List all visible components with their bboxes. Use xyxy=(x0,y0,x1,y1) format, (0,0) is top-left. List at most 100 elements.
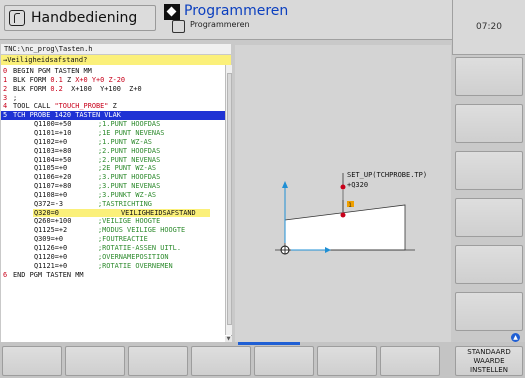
mode-programming-label: Programmeren xyxy=(184,3,289,19)
param-value: Q1104=+50 xyxy=(34,155,72,164)
param-value: Q1126=+0 xyxy=(34,244,68,252)
probe-ball-icon xyxy=(340,184,346,190)
line-number: 4 xyxy=(3,102,8,111)
parameter-line[interactable]: Q309=+0 ;FOUTREACTIE xyxy=(1,235,225,244)
softkey-bottom-2[interactable] xyxy=(65,346,125,376)
param-value: Q1103=+80 xyxy=(34,146,72,155)
param-comment: ;3.PUNKT WZ-AS xyxy=(98,190,157,199)
parameter-line[interactable]: Q1126=+0 ;ROTATIE-ASSEN UITL. xyxy=(1,244,225,253)
softkey-bottom-1[interactable] xyxy=(2,346,62,376)
program-editor[interactable]: 0 BEGIN PGM TASTEN MM 1 BLK FORM 0.1 Z X+0… xyxy=(1,65,232,342)
program-line[interactable]: 6 END PGM TASTEN MM xyxy=(1,271,225,280)
help-graphic: 1 SET_UP(TCHPROBE.TP) +Q320 xyxy=(235,45,451,342)
editor-scrollbar[interactable] xyxy=(225,65,232,335)
param-comment: ;1E PUNT NEVENAS xyxy=(98,128,165,137)
parameter-line-active[interactable]: Q320=0 VEILIGHEIDSAFSTAND xyxy=(1,208,225,218)
program-line[interactable]: 4 TOOL CALL "TOUCH_PROBE" Z xyxy=(1,102,225,111)
softkey-bottom-4[interactable] xyxy=(191,346,251,376)
graphic-label-q320: +Q320 xyxy=(347,181,368,189)
clock: 07:20 xyxy=(452,0,525,55)
parameter-line[interactable]: Q1121=+0 ;ROTATIE OVERNEMEN xyxy=(1,262,225,271)
line-number: 5 xyxy=(3,111,8,120)
parameter-line[interactable]: Q260=+100 ;VEILIGE HOOGTE xyxy=(1,217,225,226)
softkey-right-3[interactable] xyxy=(455,151,523,190)
parameter-line[interactable]: Q1104=+50 ;2.PUNT NEVENAS xyxy=(1,156,225,165)
param-value: Q1102=+0 xyxy=(34,137,68,146)
param-comment: ;OVERNAMEPOSITION xyxy=(98,252,169,261)
softkey-label-line2: WAARDE xyxy=(473,356,505,365)
info-icon[interactable]: ▲ xyxy=(511,333,520,342)
line-number: 1 xyxy=(3,75,8,84)
softkey-right-1[interactable] xyxy=(455,57,523,96)
mode-programming-sublabel: Programmeren xyxy=(190,20,250,29)
param-comment: ;VEILIGE HOOGTE xyxy=(98,217,161,226)
parameter-line[interactable]: Q1100=+50 ;1.PUNT HOOFDAS xyxy=(1,120,225,129)
param-comment: ;3.PUNT NEVENAS xyxy=(98,182,161,191)
probe-ball-icon xyxy=(340,212,346,218)
parameter-line[interactable]: Q1103=+80 ;2.PUNT HOOFDAS xyxy=(1,147,225,156)
param-value: Q260=+100 xyxy=(34,217,72,226)
softkey-bottom-6[interactable] xyxy=(317,346,377,376)
param-comment: ;3.PUNT HOOFDAS xyxy=(98,173,161,182)
scrollbar-thumb[interactable] xyxy=(227,73,232,325)
program-path: TNC:\nc_prog\Tasten.h xyxy=(1,44,231,54)
line-code: TCH PROBE 1420 TASTEN VLAK xyxy=(13,111,121,120)
param-comment: ;MODUS VEILIGE HOOGTE xyxy=(98,226,186,235)
line-code: BEGIN PGM TASTEN MM xyxy=(13,67,92,75)
softkey-level-indicator xyxy=(238,342,300,345)
param-value: Q372=-3 xyxy=(34,199,64,208)
softkey-right-2[interactable] xyxy=(455,104,523,143)
program-line[interactable]: 1 BLK FORM 0.1 Z X+0 Y+0 Z-20 xyxy=(1,76,225,85)
arrow-head-up-icon xyxy=(282,181,288,188)
program-sub-icon xyxy=(172,20,185,33)
parameter-line[interactable]: Q1102=+0 ;1.PUNT WZ-AS xyxy=(1,138,225,147)
parameter-line[interactable]: Q1105=+0 ;2E PUNT WZ-AS xyxy=(1,164,225,173)
set-default-value-button[interactable]: STANDAARD WAARDE INSTELLEN xyxy=(455,346,523,376)
softkey-right-5[interactable] xyxy=(455,245,523,284)
param-value: Q1100=+50 xyxy=(34,120,72,129)
graphic-label-setup: SET_UP(TCHPROBE.TP) xyxy=(347,171,427,179)
softkey-right-6[interactable] xyxy=(455,292,523,331)
param-comment: ;ROTATIE-ASSEN UITL. xyxy=(98,244,181,252)
program-line[interactable]: 0 BEGIN PGM TASTEN MM xyxy=(1,67,225,76)
param-comment: ;1.PUNT WZ-AS xyxy=(98,137,152,146)
mode-manual-label: Handbediening xyxy=(31,10,138,26)
param-value: Q1105=+0 xyxy=(34,164,68,173)
marker-label: 1 xyxy=(349,203,352,209)
param-value: Q1108=+0 xyxy=(34,190,68,199)
parameter-line[interactable]: Q1107=+80 ;3.PUNT NEVENAS xyxy=(1,182,225,191)
program-line-selected[interactable]: 5 TCH PROBE 1420 TASTEN VLAK xyxy=(1,111,225,121)
softkey-bottom-3[interactable] xyxy=(128,346,188,376)
mode-programming[interactable]: Programmeren Programmeren xyxy=(164,3,288,36)
param-comment: ;ROTATIE OVERNEMEN xyxy=(98,261,173,270)
parameter-line[interactable]: Q1106=+20 ;3.PUNT HOOFDAS xyxy=(1,173,225,182)
param-value: Q309=+0 xyxy=(34,235,64,244)
line-number: 2 xyxy=(3,84,8,93)
parameter-line[interactable]: Q1108=+0 ;3.PUNKT WZ-AS xyxy=(1,191,225,200)
mode-manual-operation[interactable]: Handbediening xyxy=(4,5,156,31)
line-number: 0 xyxy=(3,67,8,75)
param-value[interactable]: Q320=0 xyxy=(34,209,59,218)
softkey-bottom-7[interactable] xyxy=(380,346,440,376)
parameter-line[interactable]: Q1125=+2 ;MODUS VEILIGE HOOGTE xyxy=(1,226,225,235)
program-line[interactable]: 3; xyxy=(1,94,225,103)
param-value: Q1120=+0 xyxy=(34,252,68,261)
parameter-line[interactable]: Q1120=+0 ;OVERNAMEPOSITION xyxy=(1,253,225,262)
param-comment: ;1.PUNT HOOFDAS xyxy=(98,120,161,129)
parameter-line[interactable]: Q1101=+10 ;1E PUNT NEVENAS xyxy=(1,129,225,138)
line-number: 6 xyxy=(3,270,8,279)
probe-diagram: 1 SET_UP(TCHPROBE.TP) +Q320 xyxy=(275,171,427,255)
softkey-bottom-5[interactable] xyxy=(254,346,314,376)
param-value: Q1107=+80 xyxy=(34,182,72,191)
param-value: Q1125=+2 xyxy=(34,226,68,235)
param-comment: ;2E PUNT WZ-AS xyxy=(98,164,157,173)
line-code: BLK FORM 0.1 Z X+0 Y+0 Z-20 xyxy=(13,75,126,84)
parameter-line[interactable]: Q372=-3 ;TASTRICHTING xyxy=(1,200,225,209)
line-code: END PGM TASTEN MM xyxy=(13,270,84,279)
line-code: BLK FORM 0.2 X+100 Y+100 Z+0 xyxy=(13,84,142,93)
param-value: Q1106=+20 xyxy=(34,173,72,182)
softkey-right-4[interactable] xyxy=(455,198,523,237)
programming-icon xyxy=(164,4,180,20)
program-line[interactable]: 2 BLK FORM 0.2 X+100 Y+100 Z+0 xyxy=(1,85,225,94)
param-value: Q1101=+10 xyxy=(34,128,72,137)
